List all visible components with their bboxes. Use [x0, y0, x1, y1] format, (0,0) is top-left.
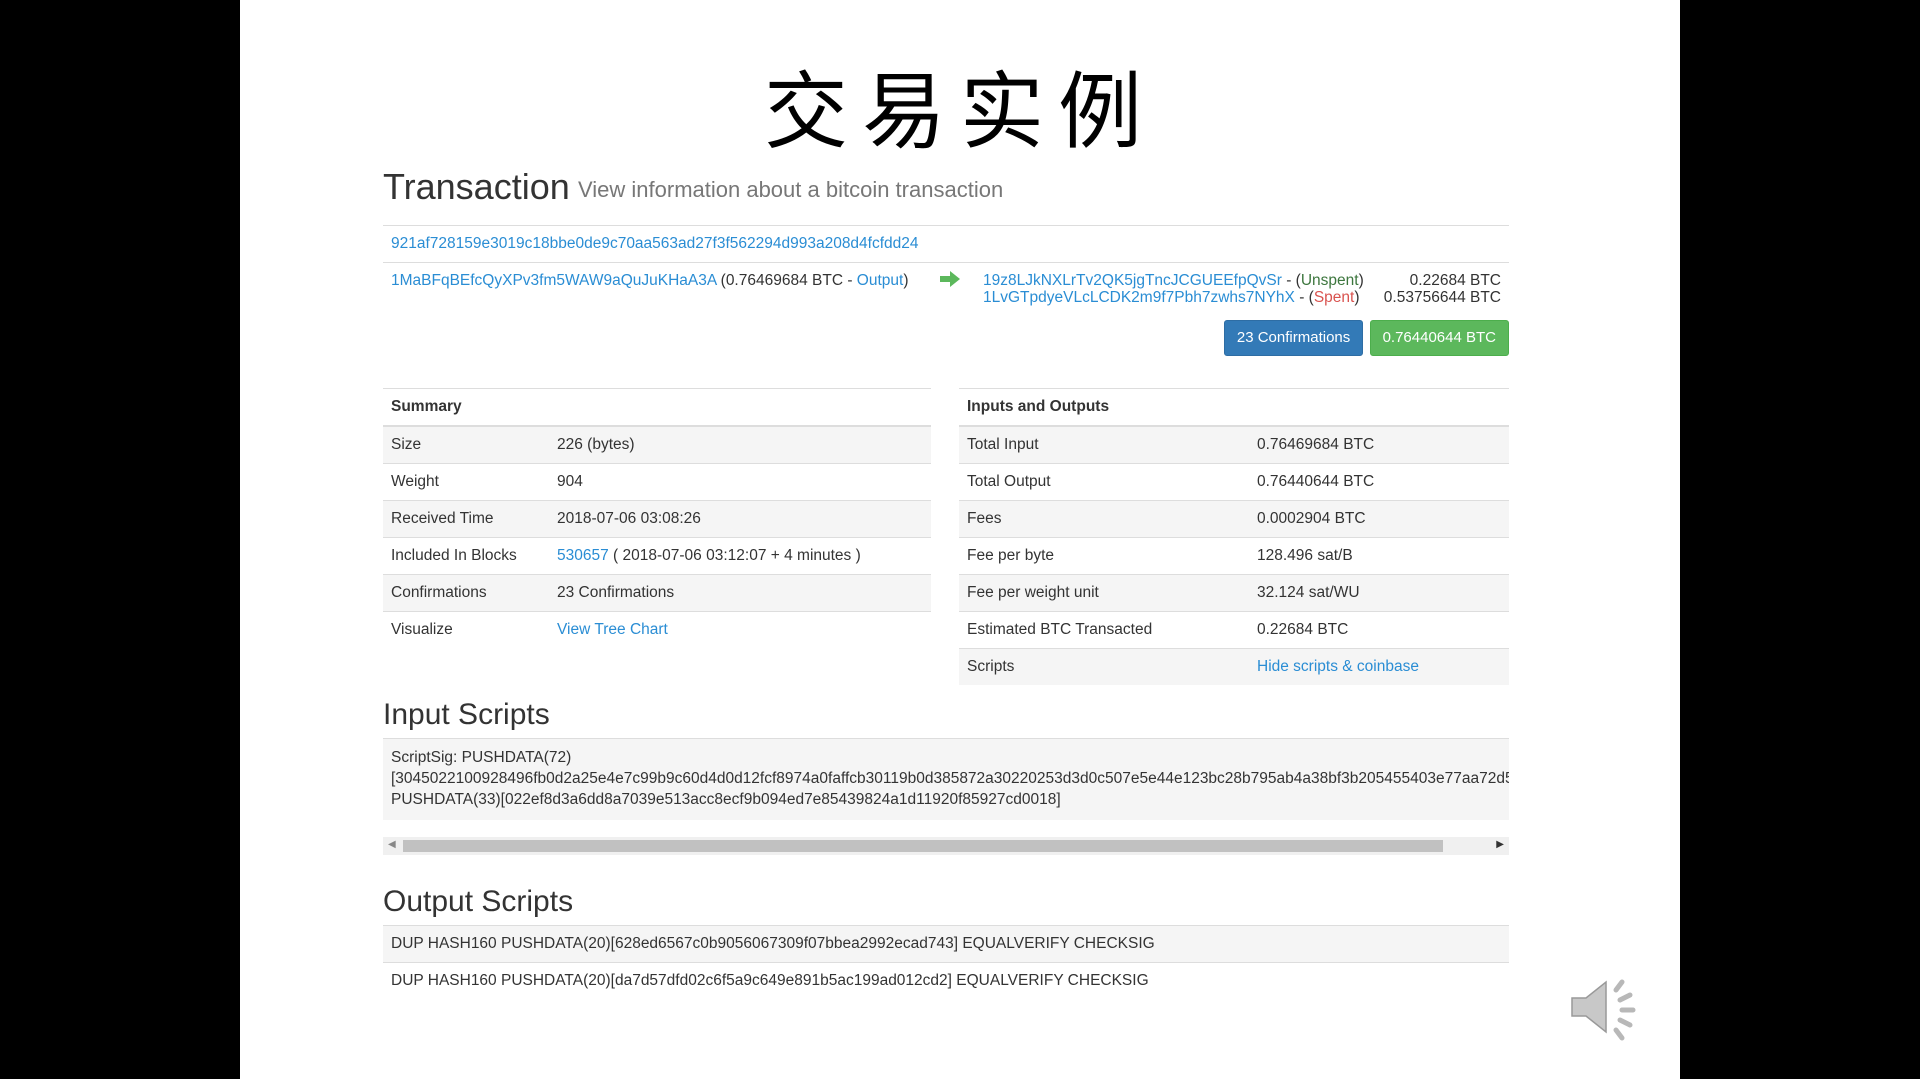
- table-row: Fee per byte 128.496 sat/B: [959, 537, 1509, 575]
- confirmations-button[interactable]: 23 Confirmations: [1223, 320, 1364, 356]
- output-address-link-2[interactable]: 1LvGTpdyeVLcLCDK2m9f7Pbh7zwhs7NYhX: [983, 289, 1295, 306]
- scroll-left-icon[interactable]: ◀: [388, 839, 396, 850]
- page-title: Transaction: [383, 166, 570, 207]
- transaction-page: Transaction View information about a bit…: [383, 160, 1509, 999]
- fee-per-weight-label: Fee per weight unit: [959, 574, 1249, 612]
- output-sep-1: - (: [1281, 272, 1301, 289]
- table-row: Estimated BTC Transacted 0.22684 BTC: [959, 611, 1509, 649]
- script-line: [3045022100928496fb0d2a25e4e7c99b9c60d4d…: [391, 770, 1509, 787]
- tx-hash-row: 921af728159e3019c18bbe0de9c70aa563ad27f3…: [383, 225, 1509, 263]
- output-amount-1: 0.22684 BTC: [1409, 272, 1501, 289]
- output-script-line: DUP HASH160 PUSHDATA(20)[628ed6567c0b905…: [383, 925, 1509, 962]
- estimated-label: Estimated BTC Transacted: [959, 611, 1249, 649]
- total-amount-button[interactable]: 0.76440644 BTC: [1369, 320, 1509, 356]
- page-subtitle: View information about a bitcoin transac…: [578, 177, 1004, 202]
- fee-per-byte-value: 128.496 sat/B: [1249, 537, 1509, 575]
- slide-title: 交易实例: [763, 63, 1156, 161]
- output-amount-2: 0.53756644 BTC: [1383, 289, 1501, 306]
- confirmations-value: 23 Confirmations: [549, 574, 931, 612]
- scripts-value: Hide scripts & coinbase: [1249, 648, 1509, 685]
- table-row: Fee per weight unit 32.124 sat/WU: [959, 574, 1509, 612]
- blocks-value: 530657 ( 2018-07-06 03:12:07 + 4 minutes…: [549, 537, 931, 575]
- fee-per-byte-label: Fee per byte: [959, 537, 1249, 575]
- tx-io-row: 1MaBFqBEfcQyXPv3fm5WAW9aQuJuKHaA3A (0.76…: [383, 263, 1509, 320]
- input-sep: -: [843, 272, 857, 289]
- confirmations-label: Confirmations: [383, 574, 549, 612]
- output-row-2: 1LvGTpdyeVLcLCDK2m9f7Pbh7zwhs7NYhX - (Sp…: [983, 289, 1360, 307]
- arrow-right-icon: [940, 271, 960, 287]
- io-header: Inputs and Outputs: [959, 388, 1509, 427]
- output-script-line: DUP HASH160 PUSHDATA(20)[da7d57dfd02c6f5…: [383, 962, 1509, 999]
- estimated-value: 0.22684 BTC: [1249, 611, 1509, 649]
- total-input-value: 0.76469684 BTC: [1249, 425, 1509, 464]
- received-label: Received Time: [383, 500, 549, 538]
- table-row: Total Input 0.76469684 BTC: [959, 425, 1509, 464]
- slide: 交易实例 Transaction View information about …: [240, 0, 1680, 1079]
- table-row: Size 226 (bytes): [383, 425, 931, 464]
- blocks-label: Included In Blocks: [383, 537, 549, 575]
- total-output-value: 0.76440644 BTC: [1249, 463, 1509, 501]
- button-group: 23 Confirmations 0.76440644 BTC: [1222, 320, 1509, 356]
- tx-input: 1MaBFqBEfcQyXPv3fm5WAW9aQuJuKHaA3A (0.76…: [391, 272, 909, 290]
- total-input-label: Total Input: [959, 425, 1249, 464]
- table-row: Received Time 2018-07-06 03:08:26: [383, 500, 931, 538]
- block-link[interactable]: 530657: [557, 547, 609, 564]
- output-scripts-list: DUP HASH160 PUSHDATA(20)[628ed6567c0b905…: [383, 925, 1509, 999]
- input-address-link[interactable]: 1MaBFqBEfcQyXPv3fm5WAW9aQuJuKHaA3A: [391, 272, 716, 289]
- fees-label: Fees: [959, 500, 1249, 538]
- received-value: 2018-07-06 03:08:26: [549, 500, 931, 538]
- output-scripts-title: Output Scripts: [383, 885, 574, 918]
- table-row: Visualize View Tree Chart: [383, 611, 931, 648]
- output-address-link-1[interactable]: 19z8LJkNXLrTv2QK5jgTncJCGUEEfpQvSr: [983, 272, 1282, 289]
- output-row-1: 19z8LJkNXLrTv2QK5jgTncJCGUEEfpQvSr - (Un…: [983, 272, 1364, 290]
- input-amount: 0.76469684 BTC: [725, 272, 844, 289]
- tx-hash-link[interactable]: 921af728159e3019c18bbe0de9c70aa563ad27f3…: [391, 235, 919, 252]
- summary-header: Summary: [383, 388, 931, 427]
- size-label: Size: [383, 425, 549, 464]
- visualize-label: Visualize: [383, 611, 549, 648]
- output-sep-2: - (: [1294, 289, 1314, 306]
- view-tree-chart-link[interactable]: View Tree Chart: [557, 621, 668, 638]
- size-value: 226 (bytes): [549, 425, 931, 464]
- input-open: (: [716, 272, 726, 289]
- input-scripts-title: Input Scripts: [383, 698, 550, 731]
- block-info: ( 2018-07-06 03:12:07 + 4 minutes ): [608, 547, 861, 564]
- output-status-spent: Spent: [1313, 289, 1355, 306]
- fee-per-weight-value: 32.124 sat/WU: [1249, 574, 1509, 612]
- tables-area: Summary Size 226 (bytes) Weight 904 Rece…: [383, 388, 1509, 698]
- script-line: PUSHDATA(33)[022ef8d3a6dd8a7039e513acc8e…: [391, 791, 1061, 808]
- input-output-link[interactable]: Output: [857, 272, 904, 289]
- fees-value: 0.0002904 BTC: [1249, 500, 1509, 538]
- table-row: Confirmations 23 Confirmations: [383, 574, 931, 612]
- output-close-2: ): [1354, 289, 1360, 306]
- hide-scripts-link[interactable]: Hide scripts & coinbase: [1257, 658, 1419, 675]
- summary-table: Summary Size 226 (bytes) Weight 904 Rece…: [383, 388, 931, 648]
- scripts-label: Scripts: [959, 648, 1249, 685]
- table-row: Scripts Hide scripts & coinbase: [959, 648, 1509, 685]
- weight-label: Weight: [383, 463, 549, 501]
- table-row: Weight 904: [383, 463, 931, 501]
- speaker-icon[interactable]: [1570, 970, 1650, 1050]
- output-close-1: ): [1358, 272, 1364, 289]
- table-row: Fees 0.0002904 BTC: [959, 500, 1509, 538]
- total-output-label: Total Output: [959, 463, 1249, 501]
- table-row: Included In Blocks 530657 ( 2018-07-06 0…: [383, 537, 931, 575]
- scroll-right-icon[interactable]: ▶: [1496, 839, 1504, 850]
- button-row: 23 Confirmations 0.76440644 BTC: [383, 320, 1509, 360]
- output-status-unspent: Unspent: [1300, 272, 1359, 289]
- visualize-value: View Tree Chart: [549, 611, 931, 648]
- scrollbar-thumb[interactable]: [403, 840, 1443, 852]
- inputs-outputs-table: Inputs and Outputs Total Input 0.7646968…: [959, 388, 1509, 685]
- input-close: ): [903, 272, 909, 289]
- script-line: ScriptSig: PUSHDATA(72): [391, 749, 572, 766]
- table-row: Total Output 0.76440644 BTC: [959, 463, 1509, 501]
- weight-value: 904: [549, 463, 931, 501]
- horizontal-scrollbar[interactable]: ◀ ▶: [383, 837, 1509, 855]
- page-heading: Transaction View information about a bit…: [383, 160, 1509, 210]
- input-script-box: ScriptSig: PUSHDATA(72) [304502210092849…: [383, 738, 1509, 820]
